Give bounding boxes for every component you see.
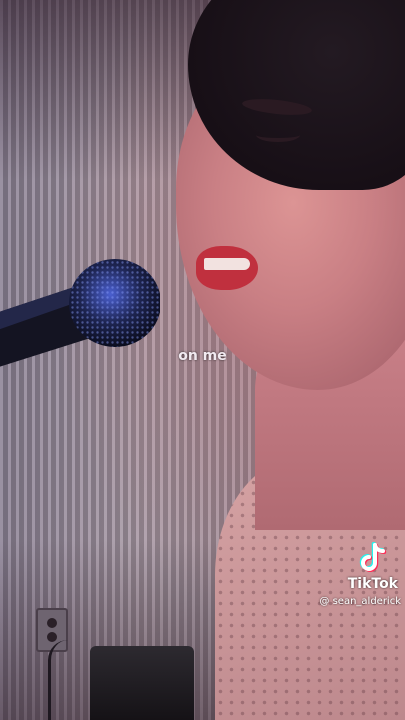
teeth [204,258,250,270]
tiktok-wordmark: TikTok [347,576,398,592]
tiktok-note-icon [359,542,387,572]
power-cable [48,640,81,720]
lyrics-subtitle: on me [178,348,227,364]
creator-username[interactable]: @ sean_alderick [300,596,401,607]
speaker-device [90,646,194,720]
closed-eye [256,128,300,142]
video-frame[interactable]: on me TikTok @ sean_alderick [0,0,405,720]
